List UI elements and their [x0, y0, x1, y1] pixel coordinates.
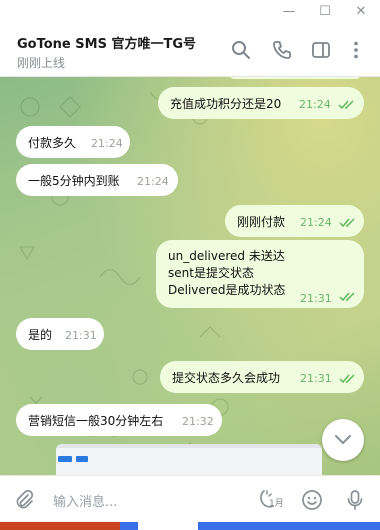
- message-bubble-incoming[interactable]: 付款多久 21:24: [16, 126, 130, 158]
- read-check-icon: [339, 218, 355, 228]
- taskbar-item: [0, 522, 120, 530]
- maximize-button[interactable]: ☐: [308, 0, 342, 26]
- message-bubble-outgoing[interactable]: 刚刚付款 21:24: [225, 205, 364, 237]
- message-time: 21:31: [300, 372, 332, 385]
- attach-icon[interactable]: [12, 488, 36, 512]
- message-line: Delivered是成功状态: [168, 283, 286, 297]
- message-bubble-incoming[interactable]: 营销短信一般30分钟左右 21:32: [16, 404, 222, 436]
- preview-element: [58, 456, 72, 462]
- message-bubble-outgoing[interactable]: 提交状态多久会成功 21:31: [160, 361, 364, 393]
- message-text: 一般5分钟内到账: [28, 174, 120, 188]
- window-titlebar: — ☐ ✕: [0, 0, 380, 26]
- chat-status: 刚刚上线: [17, 56, 66, 70]
- image-preview[interactable]: [56, 444, 322, 475]
- emoji-icon[interactable]: [300, 488, 324, 512]
- emoji-status-label: 1月: [269, 499, 284, 509]
- message-text: 充值成功积分还是20: [170, 97, 282, 111]
- message-text: 刚刚付款: [237, 215, 286, 229]
- message-line: sent是提交状态: [168, 266, 254, 280]
- message-bubble-incoming[interactable]: 一般5分钟内到账 21:24: [16, 164, 178, 196]
- message-bubble-outgoing[interactable]: 充值成功积分还是20 21:24: [158, 87, 364, 119]
- message-time: 21:24: [137, 175, 169, 188]
- more-vertical-icon[interactable]: [345, 39, 367, 61]
- taskbar-strip: [0, 522, 380, 530]
- message-line: un_delivered 未送达: [168, 249, 285, 263]
- message-text: 付款多久: [28, 136, 77, 150]
- message-text: 是的: [28, 328, 53, 342]
- microphone-icon[interactable]: [343, 488, 367, 512]
- message-text: 提交状态多久会成功: [172, 371, 281, 385]
- message-bubble-outgoing[interactable]: un_delivered 未送达 sent是提交状态 Delivered是成功状…: [156, 240, 364, 308]
- message-text: 营销短信一般30分钟左右: [28, 414, 164, 428]
- message-time: 21:32: [182, 415, 214, 428]
- read-check-icon: [339, 374, 355, 384]
- search-icon[interactable]: [230, 39, 252, 61]
- message-time: 21:31: [65, 329, 97, 342]
- minimize-button[interactable]: —: [272, 0, 306, 26]
- preview-element: [76, 456, 88, 462]
- preview-topbar: [56, 444, 322, 448]
- message-input[interactable]: 输入消息...: [53, 491, 117, 510]
- read-check-icon: [339, 292, 355, 302]
- chevron-down-icon: [335, 435, 351, 444]
- chat-header: GoTone SMS 官方唯一TG号 刚刚上线: [0, 26, 380, 77]
- close-button[interactable]: ✕: [344, 0, 378, 26]
- phone-icon[interactable]: [271, 39, 293, 61]
- read-check-icon: [338, 100, 354, 110]
- message-time: 21:24: [300, 216, 332, 229]
- message-time: 21:31: [300, 292, 332, 305]
- message-time: 21:24: [299, 98, 331, 111]
- taskbar-item: [138, 522, 198, 530]
- message-composer: 输入消息... 1月: [0, 475, 380, 523]
- chat-title[interactable]: GoTone SMS 官方唯一TG号: [17, 33, 196, 52]
- scroll-to-bottom-button[interactable]: [322, 419, 364, 461]
- message-bubble-incoming[interactable]: 是的 21:31: [16, 318, 104, 350]
- message-bubble-partial: [228, 77, 362, 79]
- sidebar-toggle-icon[interactable]: [310, 39, 332, 61]
- message-list[interactable]: 充值成功积分还是20 21:24 付款多久 21:24 一般5分钟内到账 21:…: [0, 77, 380, 475]
- message-time: 21:24: [91, 137, 123, 150]
